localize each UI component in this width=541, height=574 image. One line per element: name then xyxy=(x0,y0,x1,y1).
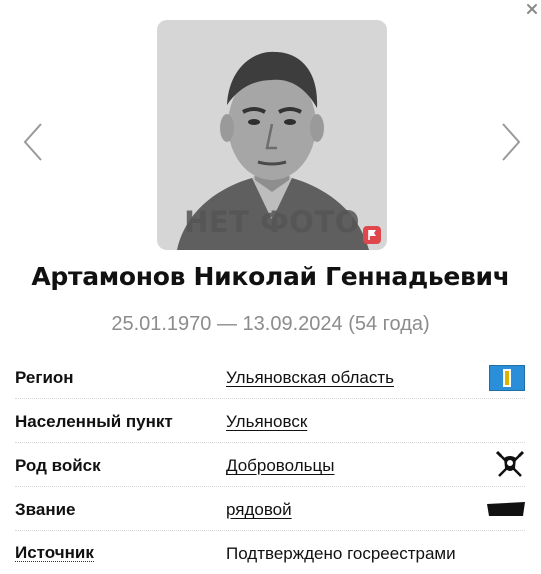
detail-label: Род войск xyxy=(15,456,101,475)
branch-link[interactable]: Добровольцы xyxy=(226,456,334,476)
flag-icon xyxy=(368,230,376,240)
volunteers-emblem-icon xyxy=(495,450,525,477)
portrait-photo: НЕТ ФОТО xyxy=(157,20,387,250)
detail-row-locality: Населенный пункт Ульяновск xyxy=(15,399,525,443)
detail-label: Населенный пункт xyxy=(15,412,173,431)
source-label[interactable]: Источник xyxy=(15,544,94,562)
previous-arrow-icon[interactable] xyxy=(22,122,44,162)
detail-label: Звание xyxy=(15,500,76,519)
region-link[interactable]: Ульяновская область xyxy=(226,368,394,388)
source-value: Подтверждено госреестрами xyxy=(226,544,456,563)
detail-row-region: Регион Ульяновская область xyxy=(15,355,525,399)
next-arrow-icon[interactable] xyxy=(500,122,522,162)
region-flag-icon xyxy=(489,365,525,391)
rank-insignia-icon xyxy=(487,502,525,516)
detail-row-branch: Род войск Добровольцы xyxy=(15,443,525,487)
detail-label: Регион xyxy=(15,368,74,387)
detail-row-source: Источник Подтверждено госреестрами xyxy=(15,531,525,574)
close-icon[interactable] xyxy=(525,2,539,16)
rank-link[interactable]: рядовой xyxy=(226,500,292,520)
person-name: Артамонов Николай Геннадьевич xyxy=(31,262,510,291)
details-table: Регион Ульяновская область Населенный пу… xyxy=(15,355,525,574)
no-photo-label: НЕТ ФОТО xyxy=(184,205,360,239)
locality-link[interactable]: Ульяновск xyxy=(226,412,307,432)
report-flag-button[interactable] xyxy=(363,226,381,244)
life-dates: 25.01.1970 — 13.09.2024 (54 года) xyxy=(111,313,430,335)
detail-row-rank: Звание рядовой xyxy=(15,487,525,531)
